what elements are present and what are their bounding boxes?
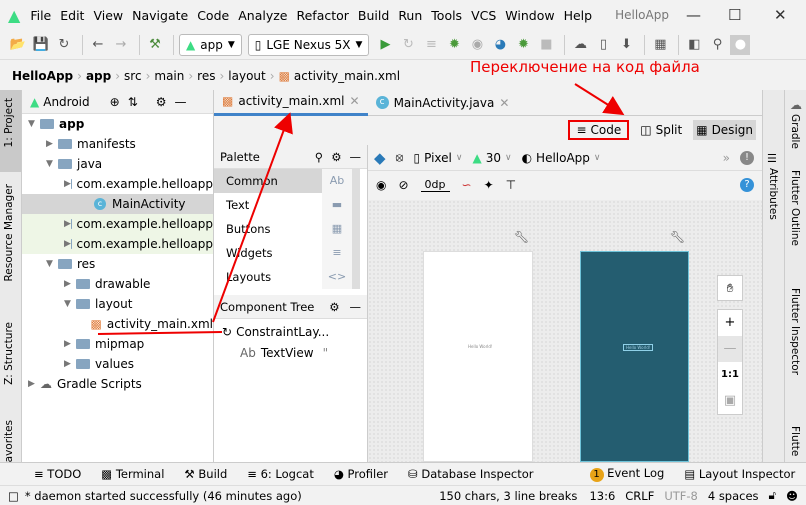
arrow-from-tree-item [97, 331, 223, 335]
arrow-to-xml-tab [212, 112, 293, 323]
arrow-to-code-button [574, 83, 625, 116]
annotation-arrows [97, 83, 625, 335]
